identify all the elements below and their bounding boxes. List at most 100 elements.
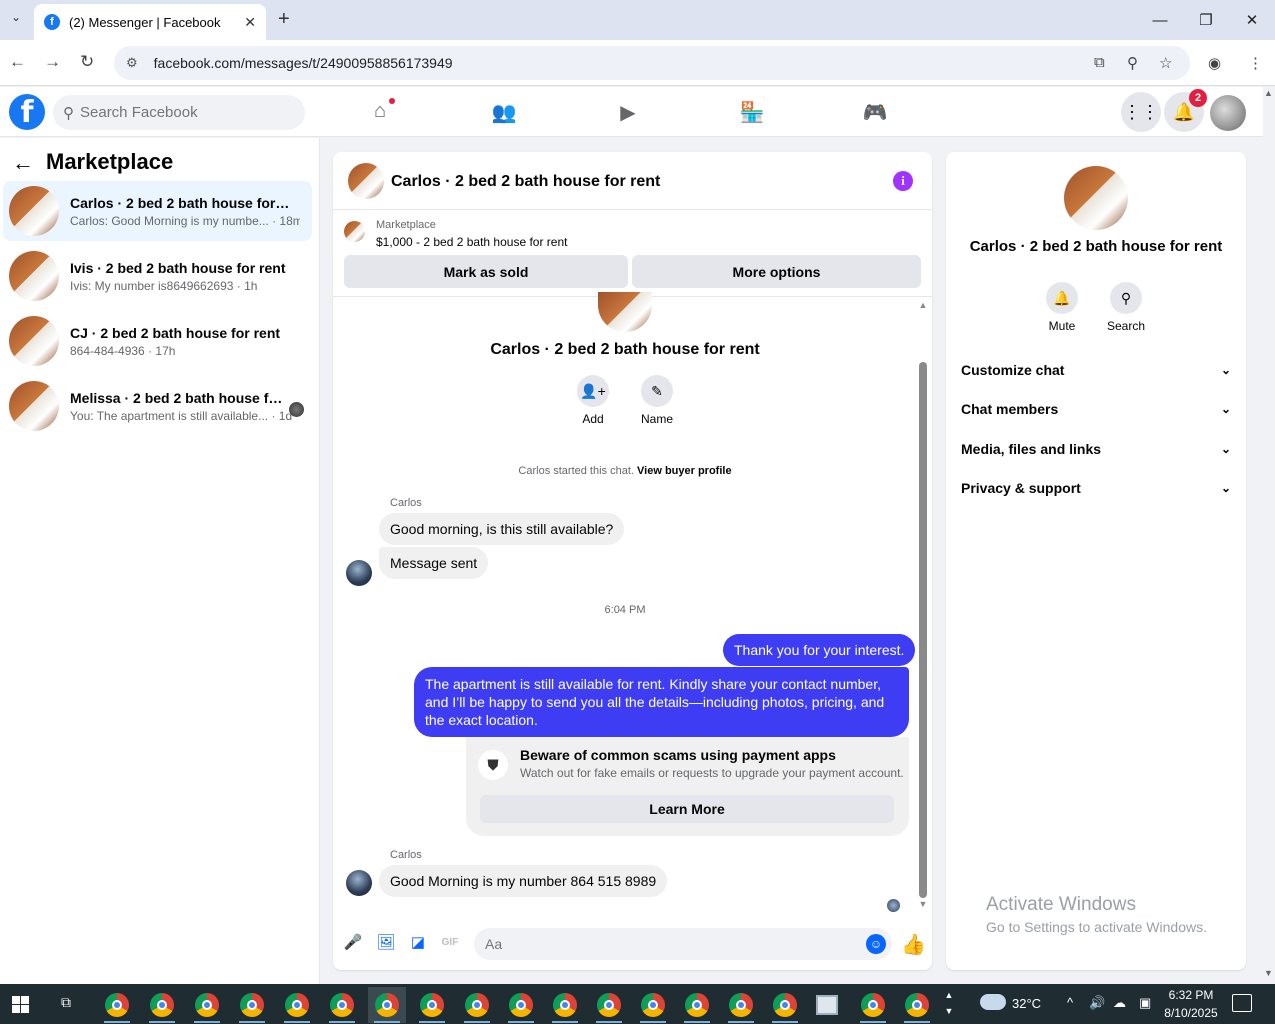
chrome-taskbar-icon[interactable]: [766, 987, 804, 1023]
chrome-taskbar-icon[interactable]: [458, 987, 496, 1023]
chrome-taskbar-icon[interactable]: [546, 987, 584, 1023]
customize-chat-section[interactable]: Customize chat ⌄: [946, 351, 1246, 389]
chrome-taskbar-icon[interactable]: [722, 987, 760, 1023]
new-tab-button[interactable]: +: [278, 8, 290, 31]
chat-members-section[interactable]: Chat members ⌄: [946, 390, 1246, 428]
chrome-taskbar-icon[interactable]: [233, 987, 271, 1023]
back-icon[interactable]: ←: [9, 52, 26, 72]
thumbs-up-icon[interactable]: 👍: [901, 932, 926, 957]
back-arrow-icon[interactable]: ←: [12, 150, 34, 176]
restore-button[interactable]: ❐: [1183, 0, 1229, 40]
chrome-taskbar-icon[interactable]: [413, 987, 451, 1023]
photo-icon[interactable]: 🖼: [376, 933, 396, 953]
more-options-button[interactable]: More options: [632, 255, 921, 288]
taskbar-scroll-arrows-icon[interactable]: ▲ ▼: [943, 987, 955, 1019]
close-window-button[interactable]: ✕: [1229, 0, 1275, 40]
show-hidden-icons-icon[interactable]: ^: [1067, 995, 1073, 1010]
info-icon[interactable]: i: [893, 171, 913, 191]
address-bar[interactable]: ⚙ facebook.com/messages/t/24900958856173…: [114, 46, 1190, 80]
tab-close-icon[interactable]: ✕: [244, 14, 256, 31]
sender-avatar[interactable]: [346, 870, 372, 896]
outgoing-message[interactable]: The apartment is still available for ren…: [414, 667, 909, 737]
facebook-search[interactable]: ⚲: [53, 95, 305, 130]
action-center-icon[interactable]: [1232, 994, 1252, 1012]
chrome-taskbar-icon[interactable]: [188, 987, 226, 1023]
incoming-message[interactable]: Good Morning is my number 864 515 8989: [379, 865, 668, 897]
message-composer[interactable]: [474, 928, 892, 960]
site-info-icon[interactable]: ⚙: [126, 55, 138, 71]
weather-temperature[interactable]: 32°C: [1012, 996, 1041, 1011]
incoming-message[interactable]: Good morning, is this still available?: [379, 513, 625, 545]
edit-name-icon[interactable]: ✎: [641, 375, 673, 407]
message-input[interactable]: [485, 936, 845, 952]
marketplace-icon[interactable]: 🏪: [737, 100, 767, 124]
facebook-logo-icon[interactable]: f: [9, 94, 45, 130]
listing-title[interactable]: $1,000 - 2 bed 2 bath house for rent: [376, 235, 567, 249]
account-avatar[interactable]: [1210, 95, 1246, 131]
scroll-down-arrow-icon[interactable]: ▼: [917, 899, 929, 909]
chrome-taskbar-icon[interactable]: [898, 987, 936, 1023]
reload-icon[interactable]: ↻: [80, 52, 94, 72]
chrome-taskbar-icon[interactable]: [278, 987, 316, 1023]
menu-grid-icon[interactable]: ⋮⋮: [1121, 92, 1161, 132]
details-avatar[interactable]: [1064, 166, 1128, 230]
volume-icon[interactable]: 🔊: [1089, 995, 1105, 1011]
facebook-search-input[interactable]: [80, 104, 280, 121]
emoji-icon[interactable]: ☺: [866, 934, 886, 954]
meet-now-icon[interactable]: ▣: [1139, 995, 1151, 1011]
sticker-icon[interactable]: ◪: [408, 933, 428, 953]
conversation-item[interactable]: CJ · 2 bed 2 bath house for rent 864-484…: [3, 311, 312, 371]
chrome-taskbar-icon[interactable]: [98, 987, 136, 1023]
tab-search-button[interactable]: ⌄: [6, 10, 26, 30]
microphone-icon[interactable]: 🎤: [343, 933, 363, 953]
chrome-taskbar-icon[interactable]: [143, 987, 181, 1023]
cloud-weather-icon[interactable]: [980, 994, 1006, 1010]
zoom-icon[interactable]: ⚲: [1127, 54, 1138, 72]
clock-date[interactable]: 8/10/2025: [1160, 1006, 1222, 1020]
page-scroll-down-icon[interactable]: ▼: [1264, 968, 1273, 978]
view-buyer-profile-link[interactable]: View buyer profile: [637, 465, 732, 477]
windows-start-icon[interactable]: [0, 984, 40, 1024]
bookmark-star-icon[interactable]: ☆: [1159, 54, 1172, 72]
mute-bell-icon[interactable]: 🔔: [1046, 282, 1078, 314]
chat-header-avatar[interactable]: [348, 163, 384, 199]
mark-as-sold-button[interactable]: Mark as sold: [344, 255, 628, 288]
chrome-taskbar-icon[interactable]: [368, 987, 406, 1023]
chat-title[interactable]: Carlos · 2 bed 2 bath house for rent: [391, 173, 660, 191]
chrome-taskbar-icon[interactable]: [323, 987, 361, 1023]
chrome-taskbar-icon[interactable]: [678, 987, 716, 1023]
browser-menu-icon[interactable]: ⋮: [1248, 54, 1263, 72]
video-icon[interactable]: ▶: [613, 100, 643, 124]
page-scrollbar[interactable]: [1263, 87, 1275, 984]
task-view-icon[interactable]: ⧉: [56, 994, 76, 1014]
sender-avatar[interactable]: [346, 560, 372, 586]
incoming-message[interactable]: Message sent: [379, 547, 489, 579]
browser-tab-messenger[interactable]: f (2) Messenger | Facebook ✕: [34, 4, 266, 40]
search-conversation-icon[interactable]: ⚲: [1110, 282, 1142, 314]
friends-icon[interactable]: 👥: [489, 100, 519, 124]
chrome-taskbar-icon[interactable]: [590, 987, 628, 1023]
privacy-support-section[interactable]: Privacy & support ⌄: [946, 469, 1246, 507]
chrome-taskbar-icon[interactable]: [634, 987, 672, 1023]
profile-icon[interactable]: ◉: [1208, 54, 1221, 72]
chat-scroll-thumb[interactable]: [919, 362, 927, 898]
gaming-icon[interactable]: 🎮: [860, 100, 890, 124]
media-files-links-section[interactable]: Media, files and links ⌄: [946, 430, 1246, 468]
minimize-button[interactable]: —: [1137, 0, 1183, 40]
outgoing-message[interactable]: Thank you for your interest.: [723, 634, 916, 666]
chrome-taskbar-icon[interactable]: [502, 987, 540, 1023]
scroll-up-arrow-icon[interactable]: ▲: [917, 300, 929, 310]
chrome-taskbar-icon[interactable]: [854, 987, 892, 1023]
conversation-item[interactable]: Melissa · 2 bed 2 bath house for... You:…: [3, 376, 312, 436]
install-app-icon[interactable]: ⧉: [1094, 54, 1105, 71]
learn-more-button[interactable]: Learn More: [480, 795, 894, 823]
conversation-item[interactable]: Ivis · 2 bed 2 bath house for rent Ivis:…: [3, 246, 312, 306]
conversation-item[interactable]: Carlos · 2 bed 2 bath house for rent Car…: [3, 181, 312, 241]
app-window-taskbar-icon[interactable]: [808, 987, 846, 1023]
clock-time[interactable]: 6:32 PM: [1160, 988, 1222, 1002]
page-scroll-up-icon[interactable]: ▲: [1264, 88, 1273, 98]
add-person-icon[interactable]: 👤+: [577, 375, 609, 407]
gif-icon[interactable]: GIF: [440, 933, 460, 953]
forward-icon[interactable]: →: [44, 52, 61, 72]
network-icon[interactable]: ☁: [1113, 995, 1126, 1011]
